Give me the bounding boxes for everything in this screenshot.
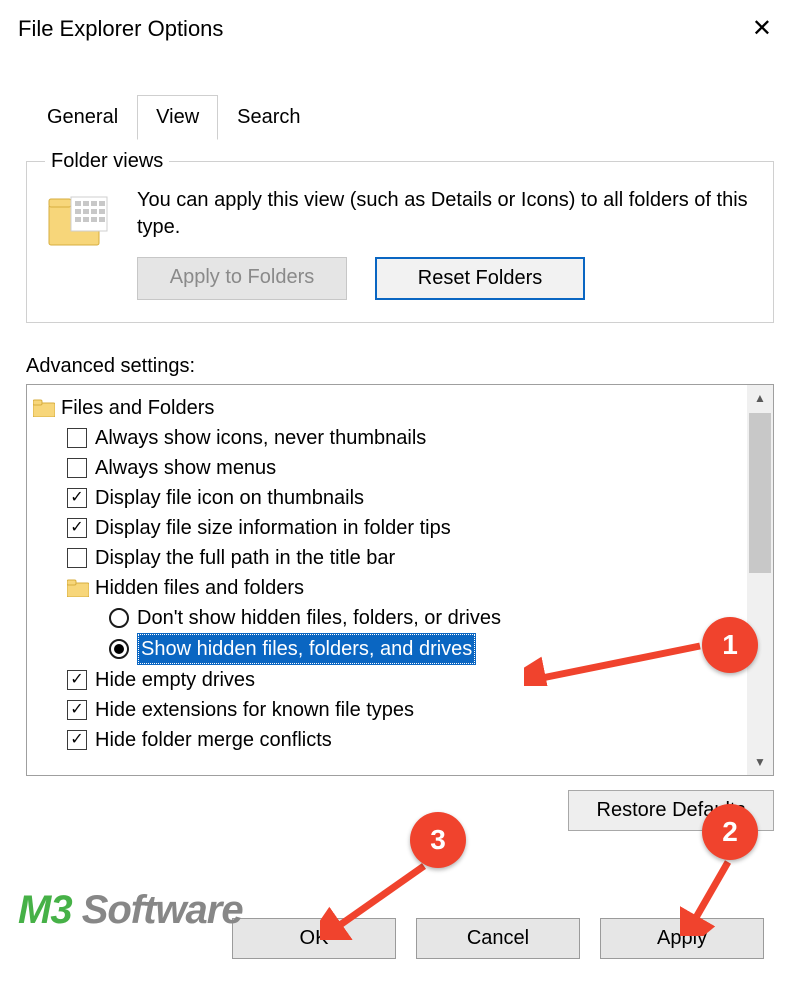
scroll-thumb[interactable]	[749, 413, 771, 573]
tab-strip: General View Search	[0, 95, 800, 140]
folder-icon	[33, 399, 55, 417]
tree-item[interactable]: ✓ Display file size information in folder…	[33, 513, 743, 543]
scroll-up-icon[interactable]: ▲	[747, 385, 773, 411]
folder-views-group: Folder views You can apply this view (su…	[26, 150, 774, 323]
cancel-button[interactable]: Cancel	[416, 918, 580, 959]
tree-item-label: Hide empty drives	[95, 665, 255, 695]
folder-views-text: You can apply this view (such as Details…	[137, 187, 755, 241]
radio-label: Show hidden files, folders, and drives	[137, 633, 476, 665]
checkbox[interactable]	[67, 458, 87, 478]
tree-item[interactable]: Always show icons, never thumbnails	[33, 423, 743, 453]
checkbox[interactable]: ✓	[67, 518, 87, 538]
tree-group-label: Hidden files and folders	[95, 573, 304, 603]
scrollbar-vertical[interactable]: ▲ ▼	[747, 385, 773, 775]
annotation-badge-1: 1	[702, 617, 758, 673]
checkbox[interactable]: ✓	[67, 670, 87, 690]
tree-item[interactable]: Always show menus	[33, 453, 743, 483]
annotation-badge-3: 3	[410, 812, 466, 868]
apply-to-folders-button: Apply to Folders	[137, 257, 347, 300]
folder-views-legend: Folder views	[45, 150, 169, 173]
title-bar: File Explorer Options ✕	[0, 0, 800, 59]
watermark-logo: M3 Software	[18, 888, 243, 933]
radio[interactable]	[109, 639, 129, 659]
radio-label: Don't show hidden files, folders, or dri…	[137, 603, 501, 633]
tree-item-label: Always show menus	[95, 453, 276, 483]
tree-item[interactable]: Display the full path in the title bar	[33, 543, 743, 573]
tree-group-hidden: Hidden files and folders	[33, 573, 743, 603]
annotation-arrow-2	[680, 858, 750, 936]
tree-item[interactable]: ✓ Display file icon on thumbnails	[33, 483, 743, 513]
window-title: File Explorer Options	[18, 16, 223, 42]
tree-root-label: Files and Folders	[61, 393, 214, 423]
tree-item[interactable]: ✓ Hide extensions for known file types	[33, 695, 743, 725]
tab-panel-view: Folder views You can apply this view (su…	[18, 150, 782, 831]
radio[interactable]	[109, 608, 129, 628]
radio-dont-show-hidden[interactable]: Don't show hidden files, folders, or dri…	[33, 603, 743, 633]
advanced-settings-label: Advanced settings:	[26, 355, 774, 378]
checkbox[interactable]: ✓	[67, 700, 87, 720]
tree-item-label: Hide folder merge conflicts	[95, 725, 332, 755]
folder-views-icon	[45, 187, 117, 259]
dialog-window: File Explorer Options ✕ General View Sea…	[0, 0, 800, 989]
tab-view[interactable]: View	[137, 95, 218, 140]
checkbox[interactable]: ✓	[67, 488, 87, 508]
tree-item-label: Always show icons, never thumbnails	[95, 423, 426, 453]
tree-root-files-folders: Files and Folders	[33, 393, 743, 423]
tree-item-label: Display the full path in the title bar	[95, 543, 395, 573]
tree-item-label: Hide extensions for known file types	[95, 695, 414, 725]
annotation-arrow-1	[524, 636, 704, 686]
checkbox[interactable]	[67, 428, 87, 448]
checkbox[interactable]: ✓	[67, 730, 87, 750]
close-icon[interactable]: ✕	[742, 10, 782, 47]
folder-icon	[67, 579, 89, 597]
tree-item[interactable]: ✓ Hide folder merge conflicts	[33, 725, 743, 755]
tab-search[interactable]: Search	[218, 95, 319, 140]
tab-general[interactable]: General	[28, 95, 137, 140]
annotation-arrow-3	[320, 862, 430, 940]
tree-item-label: Display file size information in folder …	[95, 513, 451, 543]
tree-item-label: Display file icon on thumbnails	[95, 483, 364, 513]
scroll-down-icon[interactable]: ▼	[747, 749, 773, 775]
advanced-settings-tree: Files and Folders Always show icons, nev…	[26, 384, 774, 776]
reset-folders-button[interactable]: Reset Folders	[375, 257, 585, 300]
annotation-badge-2: 2	[702, 804, 758, 860]
checkbox[interactable]	[67, 548, 87, 568]
